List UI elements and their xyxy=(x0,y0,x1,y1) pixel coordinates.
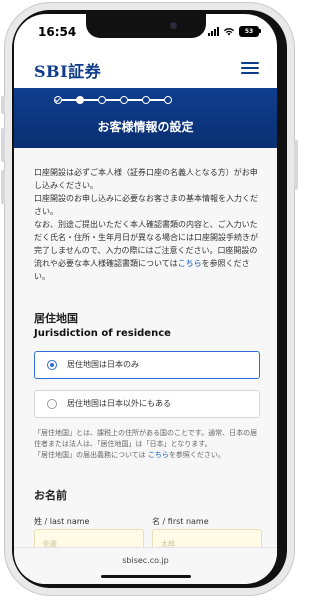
intro-paragraph-3: なお、別途ご提出いただく本人確認書類の内容と、ご入力いただく氏名・住所・生年月日… xyxy=(34,220,258,281)
volume-up-button xyxy=(1,128,5,162)
intro-paragraph-1: 口座開設は必ずご本人様（証券口座の名義人となる方）がお申し込みください。 xyxy=(34,168,258,190)
intro-text: 口座開設は必ずご本人様（証券口座の名義人となる方）がお申し込みください。 口座開… xyxy=(34,166,258,283)
progress-steps xyxy=(54,96,172,104)
battery-level: 53 xyxy=(244,28,254,35)
name-title: お名前 xyxy=(34,489,67,502)
residence-title: 居住地国 xyxy=(34,312,78,325)
residence-note-2: 「居住地国」の届出義務については こちらを参照ください。 xyxy=(34,451,225,459)
camera-icon xyxy=(170,22,177,29)
residence-duty-link[interactable]: こちら xyxy=(148,451,169,459)
status-bar: 16:54 53 xyxy=(14,14,277,44)
residence-option-other-label: 居住地国は日本以外にもある xyxy=(67,399,171,408)
sbi-logo[interactable]: SBI証券 xyxy=(34,58,101,82)
residence-option-japan-label: 居住地国は日本のみ xyxy=(67,360,139,369)
wifi-icon xyxy=(223,28,235,36)
residence-note: 「居住地国」とは、課税上の住所がある国のことです。通常、日本の居住者または法人は… xyxy=(34,428,260,461)
intro-paragraph-2: 口座開設のお申し込みに必要なお客さまの基本情報を入力ください。 xyxy=(34,194,258,216)
site-header: SBI証券 xyxy=(14,48,277,88)
page-banner: お客様情報の設定 xyxy=(14,88,277,148)
step-1-done-icon xyxy=(54,96,62,104)
signal-icon xyxy=(208,27,219,36)
power-button xyxy=(294,140,298,190)
step-2-current xyxy=(76,96,84,104)
home-indicator[interactable] xyxy=(101,575,191,578)
first-name-label: 名 / first name xyxy=(152,517,209,526)
residence-option-japan[interactable]: 居住地国は日本のみ xyxy=(34,351,260,379)
mute-switch xyxy=(1,96,5,114)
volume-down-button xyxy=(1,170,5,204)
radio-selected-icon[interactable] xyxy=(47,360,57,370)
radio-unselected-icon[interactable] xyxy=(47,399,57,409)
residence-note-1: 「居住地国」とは、課税上の住所がある国のことです。通常、日本の居住者または法人は… xyxy=(34,429,258,448)
status-icons: 53 xyxy=(208,26,261,37)
main-content: 口座開設は必ずご本人様（証券口座の名義人となる方）がお申し込みください。 口座開… xyxy=(14,148,277,548)
step-connector xyxy=(106,99,120,101)
screen: 16:54 53 SBI証券 お客様情報の設定 口座開設は必ずご本人様（証券口座… xyxy=(14,14,277,584)
step-3 xyxy=(98,96,106,104)
step-6 xyxy=(164,96,172,104)
url-text[interactable]: sbisec.co.jp xyxy=(14,556,277,565)
step-connector xyxy=(128,99,142,101)
last-name-label: 姓 / last name xyxy=(34,517,90,526)
step-connector xyxy=(150,99,164,101)
step-4 xyxy=(120,96,128,104)
page-title: お客様情報の設定 xyxy=(97,120,194,134)
menu-icon[interactable] xyxy=(241,62,259,77)
step-connector xyxy=(62,99,76,101)
step-5 xyxy=(142,96,150,104)
residence-subtitle: Jurisdiction of residence xyxy=(34,328,171,339)
browser-address-bar[interactable]: sbisec.co.jp xyxy=(14,547,277,584)
status-time: 16:54 xyxy=(38,25,77,39)
step-connector xyxy=(84,99,98,101)
residence-option-other[interactable]: 居住地国は日本以外にもある xyxy=(34,390,260,418)
notch xyxy=(86,14,206,38)
battery-icon: 53 xyxy=(239,26,261,37)
flow-docs-link[interactable]: こちら xyxy=(178,259,202,268)
